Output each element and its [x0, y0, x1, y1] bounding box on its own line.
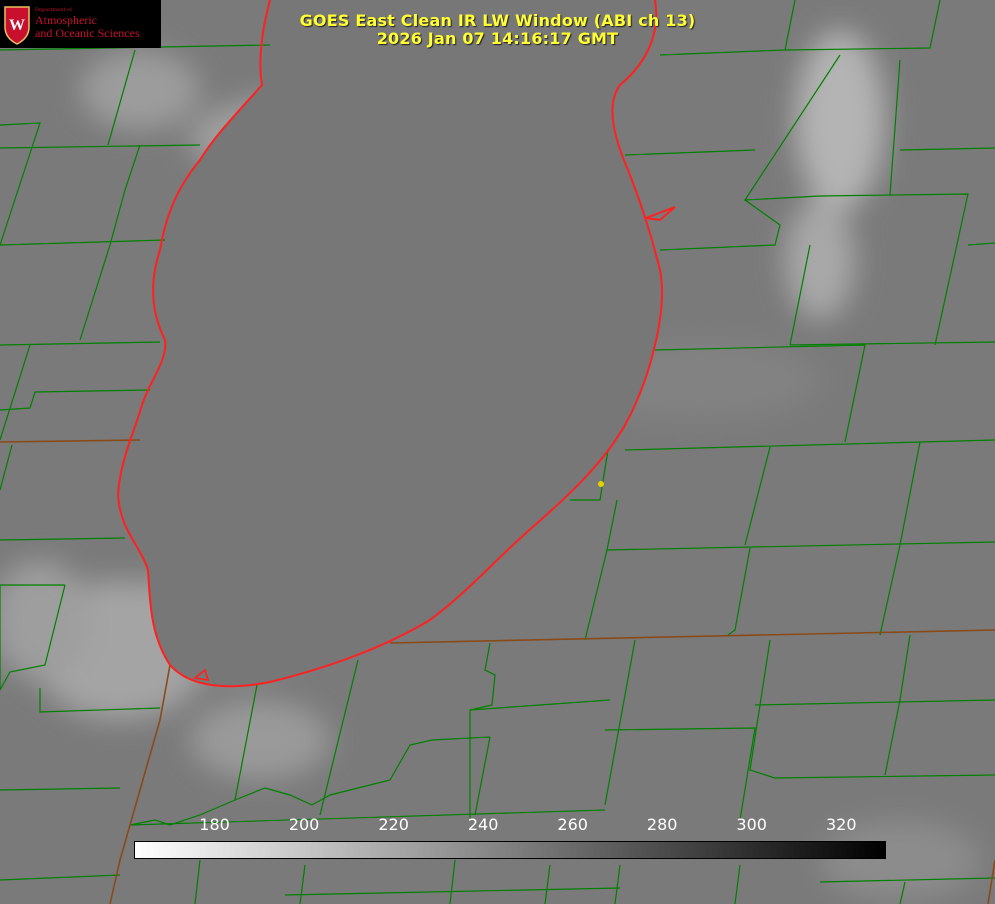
colorbar-tick-label: 300: [736, 815, 767, 834]
image-timestamp: 2026 Jan 07 14:16:17 GMT: [376, 29, 619, 48]
colorbar-tick-label: 320: [825, 815, 857, 834]
colorbar: [134, 841, 886, 859]
colorbar-tick-label: 200: [288, 815, 320, 834]
location-marker: [598, 481, 604, 487]
ir-satellite-map: [0, 0, 995, 904]
colorbar-tick-label: 260: [557, 815, 588, 834]
colorbar-tick-label: 180: [199, 815, 230, 834]
satellite-image-viewer: W Department of Atmospheric and Oceanic …: [0, 0, 995, 904]
colorbar-tick-label: 220: [378, 815, 409, 834]
colorbar-tick-label: 280: [646, 815, 678, 834]
colorbar-tick-label: 240: [467, 815, 499, 834]
image-title: GOES East Clean IR LW Window (ABI ch 13): [299, 11, 696, 30]
